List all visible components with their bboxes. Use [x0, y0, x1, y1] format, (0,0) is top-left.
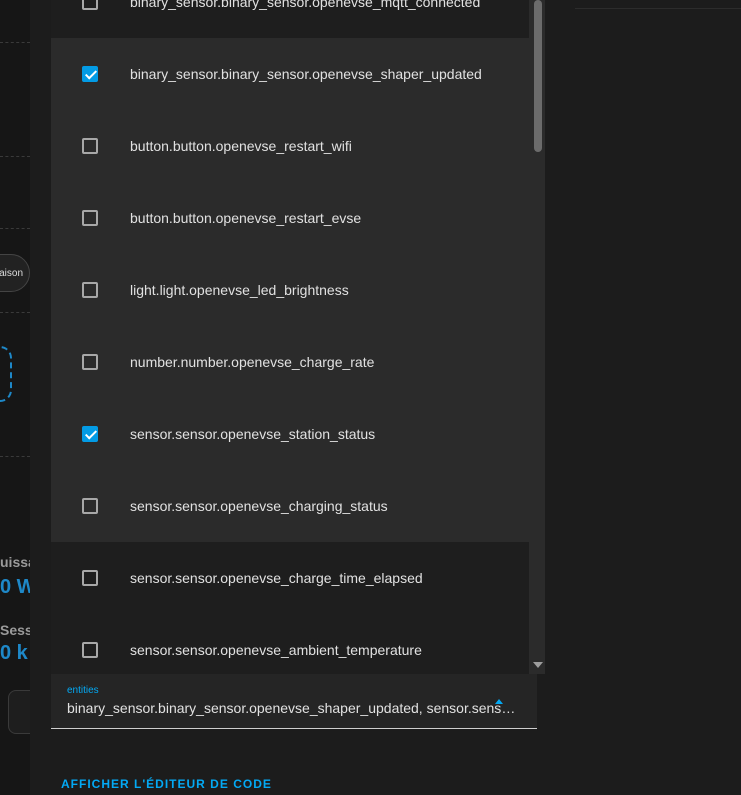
checkbox[interactable] [82, 498, 98, 514]
checkbox[interactable] [82, 0, 98, 10]
background-dashed-card [0, 346, 12, 402]
checkbox[interactable] [82, 642, 98, 658]
dropdown-option-label: binary_sensor.binary_sensor.openevse_mqt… [130, 0, 481, 10]
divider [0, 228, 30, 229]
checkbox[interactable] [82, 210, 98, 226]
checkbox[interactable] [82, 354, 98, 370]
entities-field-value[interactable]: binary_sensor.binary_sensor.openevse_sha… [67, 700, 521, 716]
dropdown-option[interactable]: button.button.openevse_restart_evse [51, 182, 529, 254]
dropdown-option-label: button.button.openevse_restart_wifi [130, 138, 352, 154]
background-chip-label: aison [0, 267, 23, 279]
dropdown-option-label: light.light.openevse_led_brightness [130, 282, 349, 298]
dropdown-option-label: sensor.sensor.openevse_charge_time_elaps… [130, 570, 423, 586]
dropdown-option-label: sensor.sensor.openevse_ambient_temperatu… [130, 642, 422, 658]
entities-field-label: entities [67, 685, 99, 696]
dropdown-option[interactable]: light.light.openevse_led_brightness [51, 254, 529, 326]
dropdown-option[interactable]: sensor.sensor.openevse_station_status [51, 398, 529, 470]
checkbox-checked[interactable] [82, 426, 98, 442]
dropdown-option-label: binary_sensor.binary_sensor.openevse_sha… [130, 66, 482, 82]
dropdown-option[interactable]: sensor.sensor.openevse_charge_time_elaps… [51, 542, 529, 614]
checkbox[interactable] [82, 138, 98, 154]
divider [0, 42, 30, 43]
scroll-down-arrow-icon[interactable] [533, 662, 543, 668]
background-session-value: 0 k [0, 642, 28, 664]
dropdown-option[interactable]: sensor.sensor.openevse_charging_status [51, 470, 529, 542]
dropdown-option-label: sensor.sensor.openevse_charging_status [130, 498, 388, 514]
checkbox[interactable] [82, 282, 98, 298]
show-code-editor-button[interactable]: AFFICHER L'ÉDITEUR DE CODE [61, 777, 272, 791]
divider [0, 312, 30, 313]
divider [0, 156, 30, 157]
entities-dropdown-list[interactable]: binary_sensor.binary_sensor.openevse_mqt… [51, 0, 545, 674]
dropdown-option[interactable]: binary_sensor.binary_sensor.openevse_sha… [51, 38, 529, 110]
entities-field[interactable]: entities binary_sensor.binary_sensor.ope… [51, 674, 537, 729]
background-dashboard: aison uissa 0 W Sessi 0 k [0, 0, 40, 795]
dropdown-option-label: button.button.openevse_restart_evse [130, 210, 362, 226]
checkbox-checked[interactable] [82, 66, 98, 82]
dropdown-option-label: number.number.openevse_charge_rate [130, 354, 375, 370]
divider [0, 456, 30, 457]
dropdown-option[interactable]: button.button.openevse_restart_wifi [51, 110, 529, 182]
scrollbar-thumb[interactable] [534, 0, 542, 152]
divider [575, 8, 741, 9]
background-chip: aison [0, 254, 30, 292]
dropdown-open-indicator-icon[interactable] [495, 699, 503, 704]
dropdown-option[interactable]: sensor.sensor.openevse_ambient_temperatu… [51, 614, 529, 674]
dropdown-option[interactable]: binary_sensor.binary_sensor.openevse_mqt… [51, 0, 529, 38]
dropdown-option[interactable]: number.number.openevse_charge_rate [51, 326, 529, 398]
dropdown-option-label: sensor.sensor.openevse_station_status [130, 426, 376, 442]
checkbox[interactable] [82, 570, 98, 586]
